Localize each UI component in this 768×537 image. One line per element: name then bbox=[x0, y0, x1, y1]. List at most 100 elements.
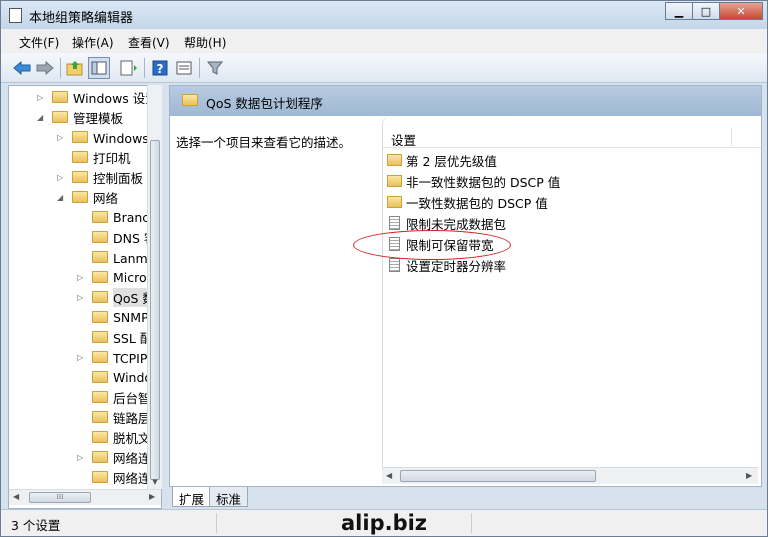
back-icon bbox=[13, 61, 31, 75]
menu-bar: 文件(F) 操作(A) 查看(V) 帮助(H) bbox=[1, 29, 767, 53]
collapse-arrow-icon[interactable]: ◢ bbox=[57, 193, 67, 202]
setting-label: 非一致性数据包的 DSCP 值 bbox=[406, 174, 561, 190]
tree-item-label: 管理模板 bbox=[73, 110, 124, 126]
svg-text:?: ? bbox=[157, 62, 164, 76]
setting-label: 一致性数据包的 DSCP 值 bbox=[406, 195, 548, 211]
title-bar: 本地组策略编辑器 ▁ □ ✕ bbox=[1, 1, 767, 29]
folder-icon bbox=[92, 311, 108, 323]
folder-icon bbox=[92, 391, 108, 403]
help-icon: ? bbox=[152, 60, 168, 76]
folder-icon bbox=[52, 91, 68, 103]
expand-arrow-icon[interactable]: ▷ bbox=[77, 293, 87, 302]
setting-label: 设置定时器分辨率 bbox=[406, 258, 507, 274]
watermark: alip.biz bbox=[341, 511, 428, 535]
forward-button[interactable] bbox=[34, 57, 56, 79]
folder-icon bbox=[387, 196, 402, 208]
folder-icon bbox=[92, 471, 108, 483]
tree-vertical-scrollbar[interactable]: ▼ bbox=[147, 85, 162, 489]
tab-extended[interactable]: 扩展 bbox=[172, 487, 212, 507]
setting-item[interactable]: 限制可保留带宽 bbox=[387, 234, 494, 254]
scroll-right-icon[interactable]: ▶ bbox=[746, 471, 752, 480]
expand-arrow-icon[interactable]: ▷ bbox=[77, 453, 87, 462]
tree-item[interactable]: ▷ Windows 设置 bbox=[37, 87, 158, 107]
export-list-button[interactable] bbox=[118, 57, 140, 79]
policy-setting-icon bbox=[389, 237, 400, 251]
back-button[interactable] bbox=[11, 57, 33, 79]
tree-scroll-thumb[interactable] bbox=[150, 140, 160, 480]
toolbar: ? bbox=[1, 53, 767, 83]
up-folder-button[interactable] bbox=[64, 57, 86, 79]
properties-button[interactable] bbox=[173, 57, 195, 79]
tree-item-label: 控制面板 bbox=[93, 170, 144, 186]
list-horizontal-scrollbar[interactable]: ◀ ▶ bbox=[382, 467, 758, 484]
folder-icon bbox=[92, 291, 108, 303]
policy-setting-icon bbox=[389, 258, 400, 272]
expand-arrow-icon[interactable]: ▷ bbox=[77, 273, 87, 282]
tab-standard[interactable]: 标准 bbox=[209, 487, 249, 507]
tree-item[interactable]: ▷ 控制面板 bbox=[57, 167, 143, 187]
status-bar: 3 个设置 alip.biz bbox=[1, 509, 767, 536]
setting-item[interactable]: 设置定时器分辨率 bbox=[387, 255, 506, 275]
close-button[interactable]: ✕ bbox=[719, 2, 763, 20]
folder-icon bbox=[92, 251, 108, 263]
column-header-setting[interactable]: 设置 bbox=[383, 126, 761, 148]
scroll-right-icon[interactable]: ▶ bbox=[149, 492, 155, 501]
menu-file[interactable]: 文件(F) bbox=[19, 34, 59, 51]
expand-arrow-icon[interactable]: ▷ bbox=[77, 353, 87, 362]
setting-label: 限制未完成数据包 bbox=[406, 216, 507, 232]
setting-item[interactable]: 限制未完成数据包 bbox=[387, 213, 506, 233]
folder-icon bbox=[72, 171, 88, 183]
scroll-left-icon[interactable]: ◀ bbox=[386, 471, 392, 480]
help-button[interactable]: ? bbox=[149, 57, 171, 79]
status-text: 3 个设置 bbox=[11, 518, 61, 533]
folder-icon bbox=[72, 191, 88, 203]
expand-arrow-icon[interactable]: ▷ bbox=[57, 133, 67, 142]
tree-item-label: SNMP bbox=[113, 309, 149, 325]
tree-item[interactable]: SNMP bbox=[77, 307, 149, 327]
menu-action[interactable]: 操作(A) bbox=[72, 34, 114, 51]
expand-arrow-icon[interactable]: ▷ bbox=[37, 93, 47, 102]
details-title: QoS 数据包计划程序 bbox=[206, 96, 323, 111]
close-icon: ✕ bbox=[736, 4, 746, 18]
minimize-icon: ▁ bbox=[674, 4, 684, 18]
scroll-down-icon[interactable]: ▼ bbox=[148, 475, 162, 489]
tree-item[interactable]: 打印机 bbox=[57, 147, 131, 167]
tree-item[interactable]: ◢ 管理模板 bbox=[37, 107, 123, 127]
show-hide-tree-button[interactable] bbox=[88, 57, 110, 79]
up-folder-icon bbox=[66, 61, 83, 76]
folder-icon bbox=[387, 175, 402, 187]
list-hscroll-thumb[interactable] bbox=[400, 470, 596, 482]
folder-icon bbox=[72, 151, 88, 163]
menu-view[interactable]: 查看(V) bbox=[128, 34, 170, 51]
setting-folder-item[interactable]: 非一致性数据包的 DSCP 值 bbox=[387, 171, 560, 191]
details-header: QoS 数据包计划程序 bbox=[170, 86, 761, 116]
description-text: 选择一个项目来查看它的描述。 bbox=[176, 135, 352, 150]
folder-icon bbox=[182, 94, 198, 106]
tree-horizontal-scrollbar[interactable]: ◀ ⁞⁞⁞ ▶ bbox=[9, 489, 161, 505]
collapse-arrow-icon[interactable]: ◢ bbox=[37, 113, 47, 122]
tree-hscroll-thumb[interactable]: ⁞⁞⁞ bbox=[29, 492, 91, 503]
tree-item-label: 打印机 bbox=[93, 150, 131, 166]
folder-icon bbox=[72, 131, 88, 143]
maximize-icon: □ bbox=[700, 4, 712, 18]
minimize-button[interactable]: ▁ bbox=[665, 2, 693, 20]
setting-folder-item[interactable]: 一致性数据包的 DSCP 值 bbox=[387, 192, 548, 212]
filter-button[interactable] bbox=[204, 57, 226, 79]
folder-icon bbox=[92, 451, 108, 463]
folder-icon bbox=[92, 271, 108, 283]
details-pane: QoS 数据包计划程序 选择一个项目来查看它的描述。 设置 第 2 层优先级值非… bbox=[169, 85, 762, 487]
folder-icon bbox=[92, 211, 108, 223]
maximize-button[interactable]: □ bbox=[692, 2, 720, 20]
policy-setting-icon bbox=[389, 216, 400, 230]
filter-icon bbox=[207, 61, 223, 75]
expand-arrow-icon[interactable]: ▷ bbox=[57, 173, 67, 182]
scroll-left-icon[interactable]: ◀ bbox=[13, 492, 19, 501]
folder-icon bbox=[52, 111, 68, 123]
menu-help[interactable]: 帮助(H) bbox=[184, 34, 226, 51]
tree-item[interactable]: ◢ 网络 bbox=[57, 187, 118, 207]
setting-folder-item[interactable]: 第 2 层优先级值 bbox=[387, 150, 497, 170]
view-tabs: 扩展 标准 bbox=[169, 487, 762, 507]
forward-icon bbox=[36, 61, 54, 75]
show-hide-tree-icon bbox=[91, 61, 107, 75]
export-list-icon bbox=[120, 60, 137, 76]
